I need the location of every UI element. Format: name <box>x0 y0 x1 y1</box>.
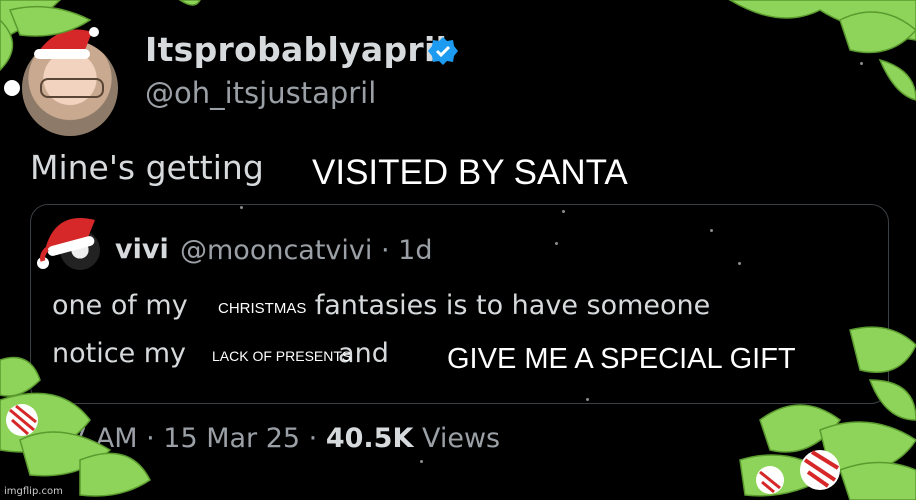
holly-leaf-icon <box>0 0 916 500</box>
watermark: imgflip.com <box>4 486 63 497</box>
holly-border <box>0 0 916 500</box>
candy-cane-icon <box>4 80 840 494</box>
